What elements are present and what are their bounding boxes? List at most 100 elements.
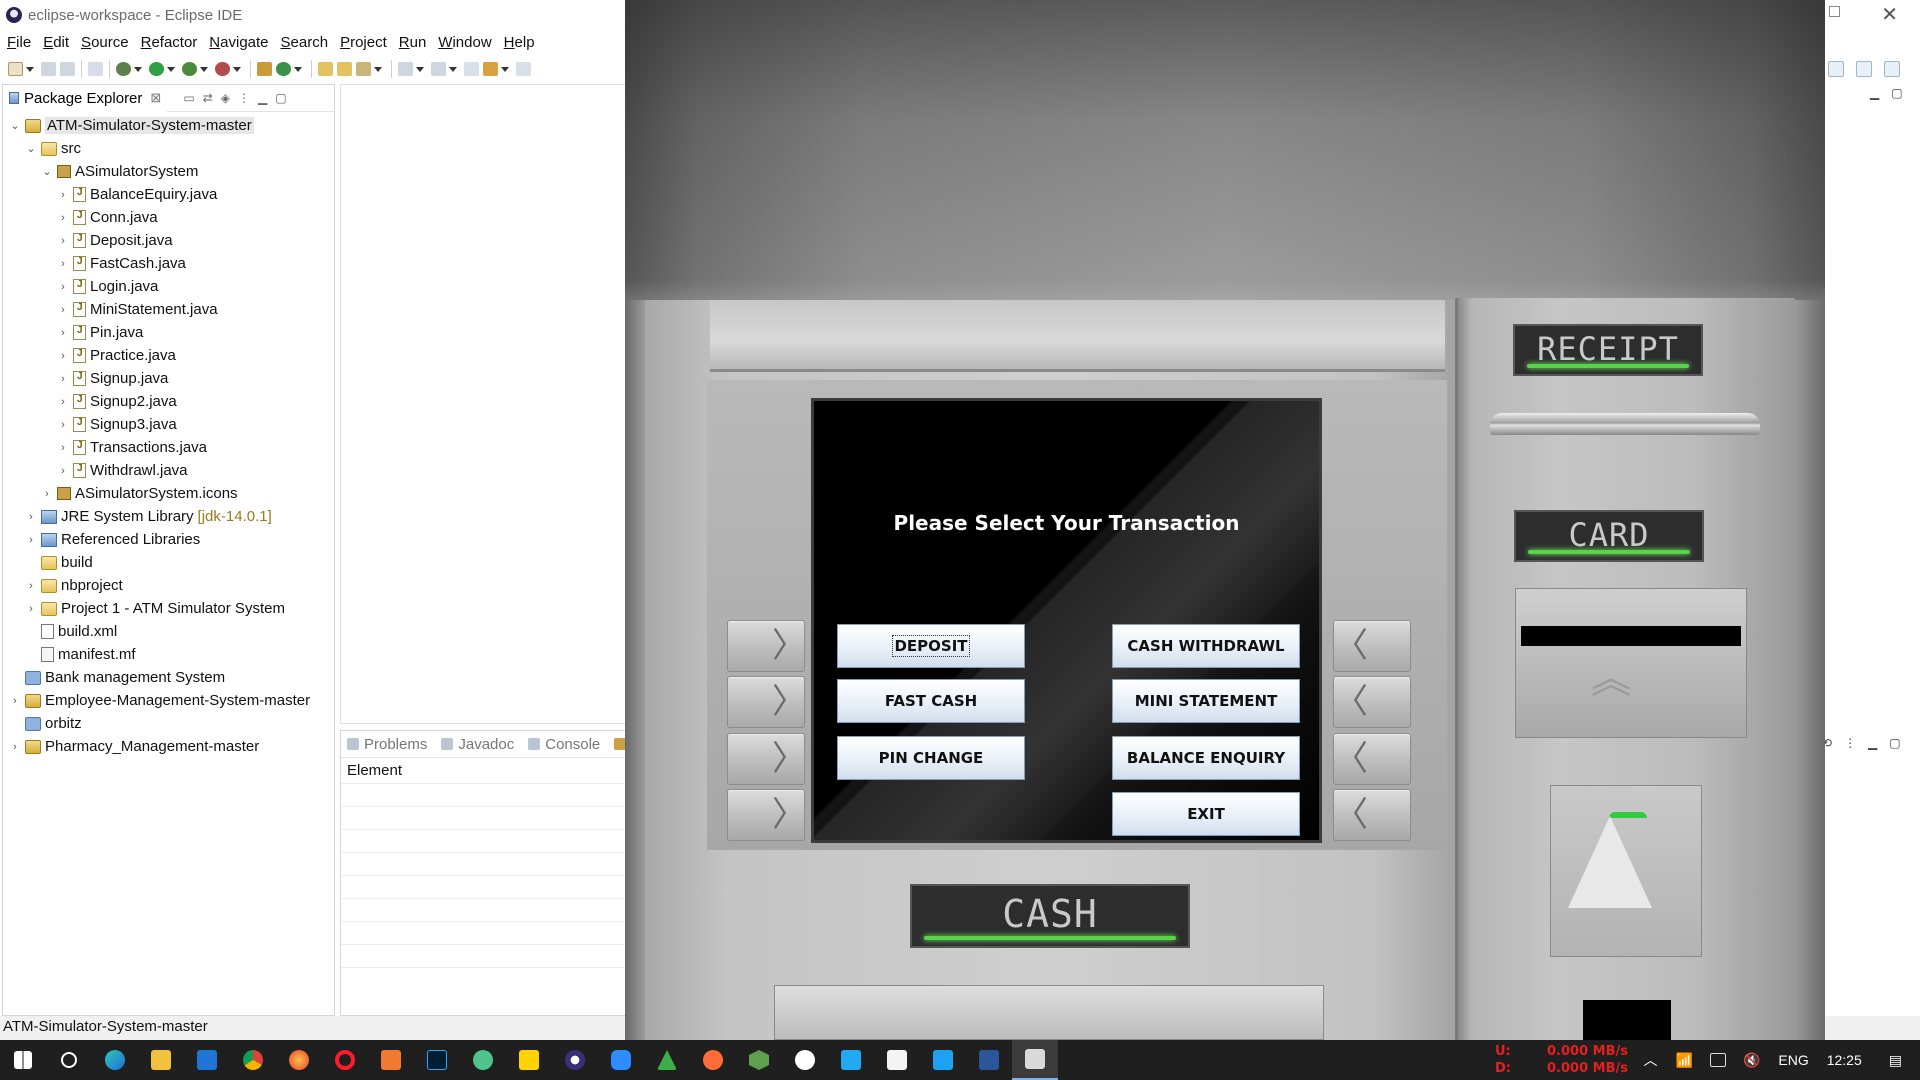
chevron-down-icon[interactable]: ⌄ xyxy=(23,142,39,155)
edge-app[interactable] xyxy=(92,1040,138,1080)
clock[interactable]: 12:25 xyxy=(1827,1052,1862,1068)
menu-edit[interactable]: Edit xyxy=(43,34,69,51)
save-all-icon[interactable] xyxy=(60,62,75,76)
close-window-button[interactable]: ✕ xyxy=(1881,2,1898,27)
language-indicator[interactable]: ENG xyxy=(1778,1052,1808,1068)
debug-icon[interactable] xyxy=(116,62,131,76)
tree-item[interactable]: › MiniStatement.java xyxy=(3,298,334,321)
next-annotation-icon[interactable] xyxy=(398,62,413,76)
chevron-right-icon[interactable]: › xyxy=(55,212,71,224)
last-edit-location-icon[interactable] xyxy=(464,62,479,76)
chevron-right-icon[interactable]: › xyxy=(23,511,39,523)
view-menu-icon[interactable]: ⋮ xyxy=(238,91,250,105)
tree-item[interactable]: › BalanceEquiry.java xyxy=(3,183,334,206)
view-menu-icon[interactable]: ⋮ xyxy=(1844,736,1856,750)
sticky-notes-app[interactable] xyxy=(506,1040,552,1080)
chevron-right-icon[interactable]: › xyxy=(55,396,71,408)
tree-item[interactable]: › Login.java xyxy=(3,275,334,298)
chevron-right-icon[interactable]: › xyxy=(55,281,71,293)
tree-item[interactable]: › Deposit.java xyxy=(3,229,334,252)
tree-item[interactable]: › Signup3.java xyxy=(3,413,334,436)
tab-problems[interactable]: Problems xyxy=(347,736,427,753)
tree-item[interactable]: ⌄ ATM-Simulator-System-master xyxy=(3,114,334,137)
search-icon[interactable] xyxy=(1828,61,1844,77)
tree-item[interactable]: › Signup2.java xyxy=(3,390,334,413)
right-side-key-4[interactable]: 〈 xyxy=(1333,789,1411,841)
file-explorer-app[interactable] xyxy=(138,1040,184,1080)
menu-refactor[interactable]: Refactor xyxy=(141,34,198,51)
minimize-icon[interactable]: ▁ xyxy=(1868,736,1877,750)
menu-run[interactable]: Run xyxy=(399,34,427,51)
tree-item[interactable]: orbitz xyxy=(3,712,334,735)
previous-annotation-icon[interactable] xyxy=(431,62,446,76)
back-icon[interactable] xyxy=(483,62,498,76)
tree-item[interactable]: › Pin.java xyxy=(3,321,334,344)
zoom-app[interactable] xyxy=(598,1040,644,1080)
chrome-app[interactable] xyxy=(230,1040,276,1080)
chevron-right-icon[interactable]: › xyxy=(55,419,71,431)
previous-annotation-dropdown-icon[interactable] xyxy=(449,66,457,72)
tree-item[interactable]: › ASimulatorSystem.icons xyxy=(3,482,334,505)
link-with-editor-icon[interactable]: ⇄ xyxy=(203,91,213,105)
focus-icon[interactable]: ◈ xyxy=(221,91,230,105)
search-taskbar-button[interactable] xyxy=(46,1040,92,1080)
java-perspective-icon[interactable] xyxy=(1884,61,1900,77)
chevron-down-icon[interactable]: ⌄ xyxy=(7,119,23,132)
tree-item[interactable]: › Withdrawl.java xyxy=(3,459,334,482)
chevron-right-icon[interactable]: › xyxy=(23,534,39,546)
chevron-right-icon[interactable]: › xyxy=(55,373,71,385)
fast-cash-button[interactable]: FAST CASH xyxy=(837,679,1025,723)
maximize-icon[interactable]: ▢ xyxy=(1891,86,1902,100)
anaconda-app[interactable] xyxy=(644,1040,690,1080)
eclipse-app[interactable] xyxy=(552,1040,598,1080)
menu-navigate[interactable]: Navigate xyxy=(209,34,268,51)
maximize-icon[interactable]: ▢ xyxy=(275,91,286,105)
left-side-key-4[interactable]: 〉 xyxy=(727,789,806,841)
new-java-class-icon[interactable] xyxy=(276,62,291,76)
left-side-key-3[interactable]: 〉 xyxy=(727,733,806,785)
java-app[interactable] xyxy=(1012,1040,1058,1080)
tab-package-explorer[interactable]: Package Explorer ⊠ xyxy=(3,84,168,112)
battery-icon[interactable] xyxy=(1709,1053,1726,1067)
coverage-icon[interactable] xyxy=(182,62,197,76)
twitter-app[interactable] xyxy=(920,1040,966,1080)
chevron-right-icon[interactable]: › xyxy=(7,695,23,707)
menu-file[interactable]: File xyxy=(7,34,31,51)
left-side-key-2[interactable]: 〉 xyxy=(727,676,806,728)
menu-help[interactable]: Help xyxy=(504,34,535,51)
postman-app[interactable] xyxy=(690,1040,736,1080)
tree-item[interactable]: › Employee-Management-System-master xyxy=(3,689,334,712)
search-dropdown-icon[interactable] xyxy=(374,66,382,72)
right-side-key-2[interactable]: 〈 xyxy=(1333,676,1411,728)
menu-search[interactable]: Search xyxy=(281,34,329,51)
menu-source[interactable]: Source xyxy=(81,34,129,51)
run-icon[interactable] xyxy=(149,62,164,76)
tree-item[interactable]: › Project 1 - ATM Simulator System xyxy=(3,597,334,620)
new-java-package-icon[interactable] xyxy=(257,62,272,76)
search-tool-icon[interactable] xyxy=(356,62,371,76)
chevron-right-icon[interactable]: › xyxy=(55,465,71,477)
chevron-right-icon[interactable]: › xyxy=(55,189,71,201)
tab-javadoc[interactable]: Javadoc xyxy=(441,736,514,753)
restore-button[interactable] xyxy=(1829,6,1840,17)
start-button[interactable] xyxy=(0,1040,46,1080)
tree-item[interactable]: › Practice.java xyxy=(3,344,334,367)
menu-window[interactable]: Window xyxy=(438,34,491,51)
wifi-icon[interactable]: 📶 xyxy=(1676,1052,1693,1069)
tree-item[interactable]: Bank management System xyxy=(3,666,334,689)
forward-icon[interactable] xyxy=(516,62,531,76)
maps-app[interactable] xyxy=(460,1040,506,1080)
tree-item[interactable]: › Conn.java xyxy=(3,206,334,229)
tree-item[interactable]: › nbproject xyxy=(3,574,334,597)
deposit-button[interactable]: DEPOSIT xyxy=(837,624,1025,668)
chevron-right-icon[interactable]: › xyxy=(55,258,71,270)
tree-item[interactable]: › Signup.java xyxy=(3,367,334,390)
mini-statement-button[interactable]: MINI STATEMENT xyxy=(1112,679,1300,723)
notification-icon[interactable]: ▤ xyxy=(1889,1052,1902,1069)
open-perspective-icon[interactable] xyxy=(1856,61,1872,77)
xampp-app[interactable] xyxy=(368,1040,414,1080)
word-app[interactable] xyxy=(966,1040,1012,1080)
pin-change-button[interactable]: PIN CHANGE xyxy=(837,736,1025,780)
firefox-app[interactable] xyxy=(276,1040,322,1080)
volume-muted-icon[interactable]: 🔇 xyxy=(1743,1052,1760,1069)
